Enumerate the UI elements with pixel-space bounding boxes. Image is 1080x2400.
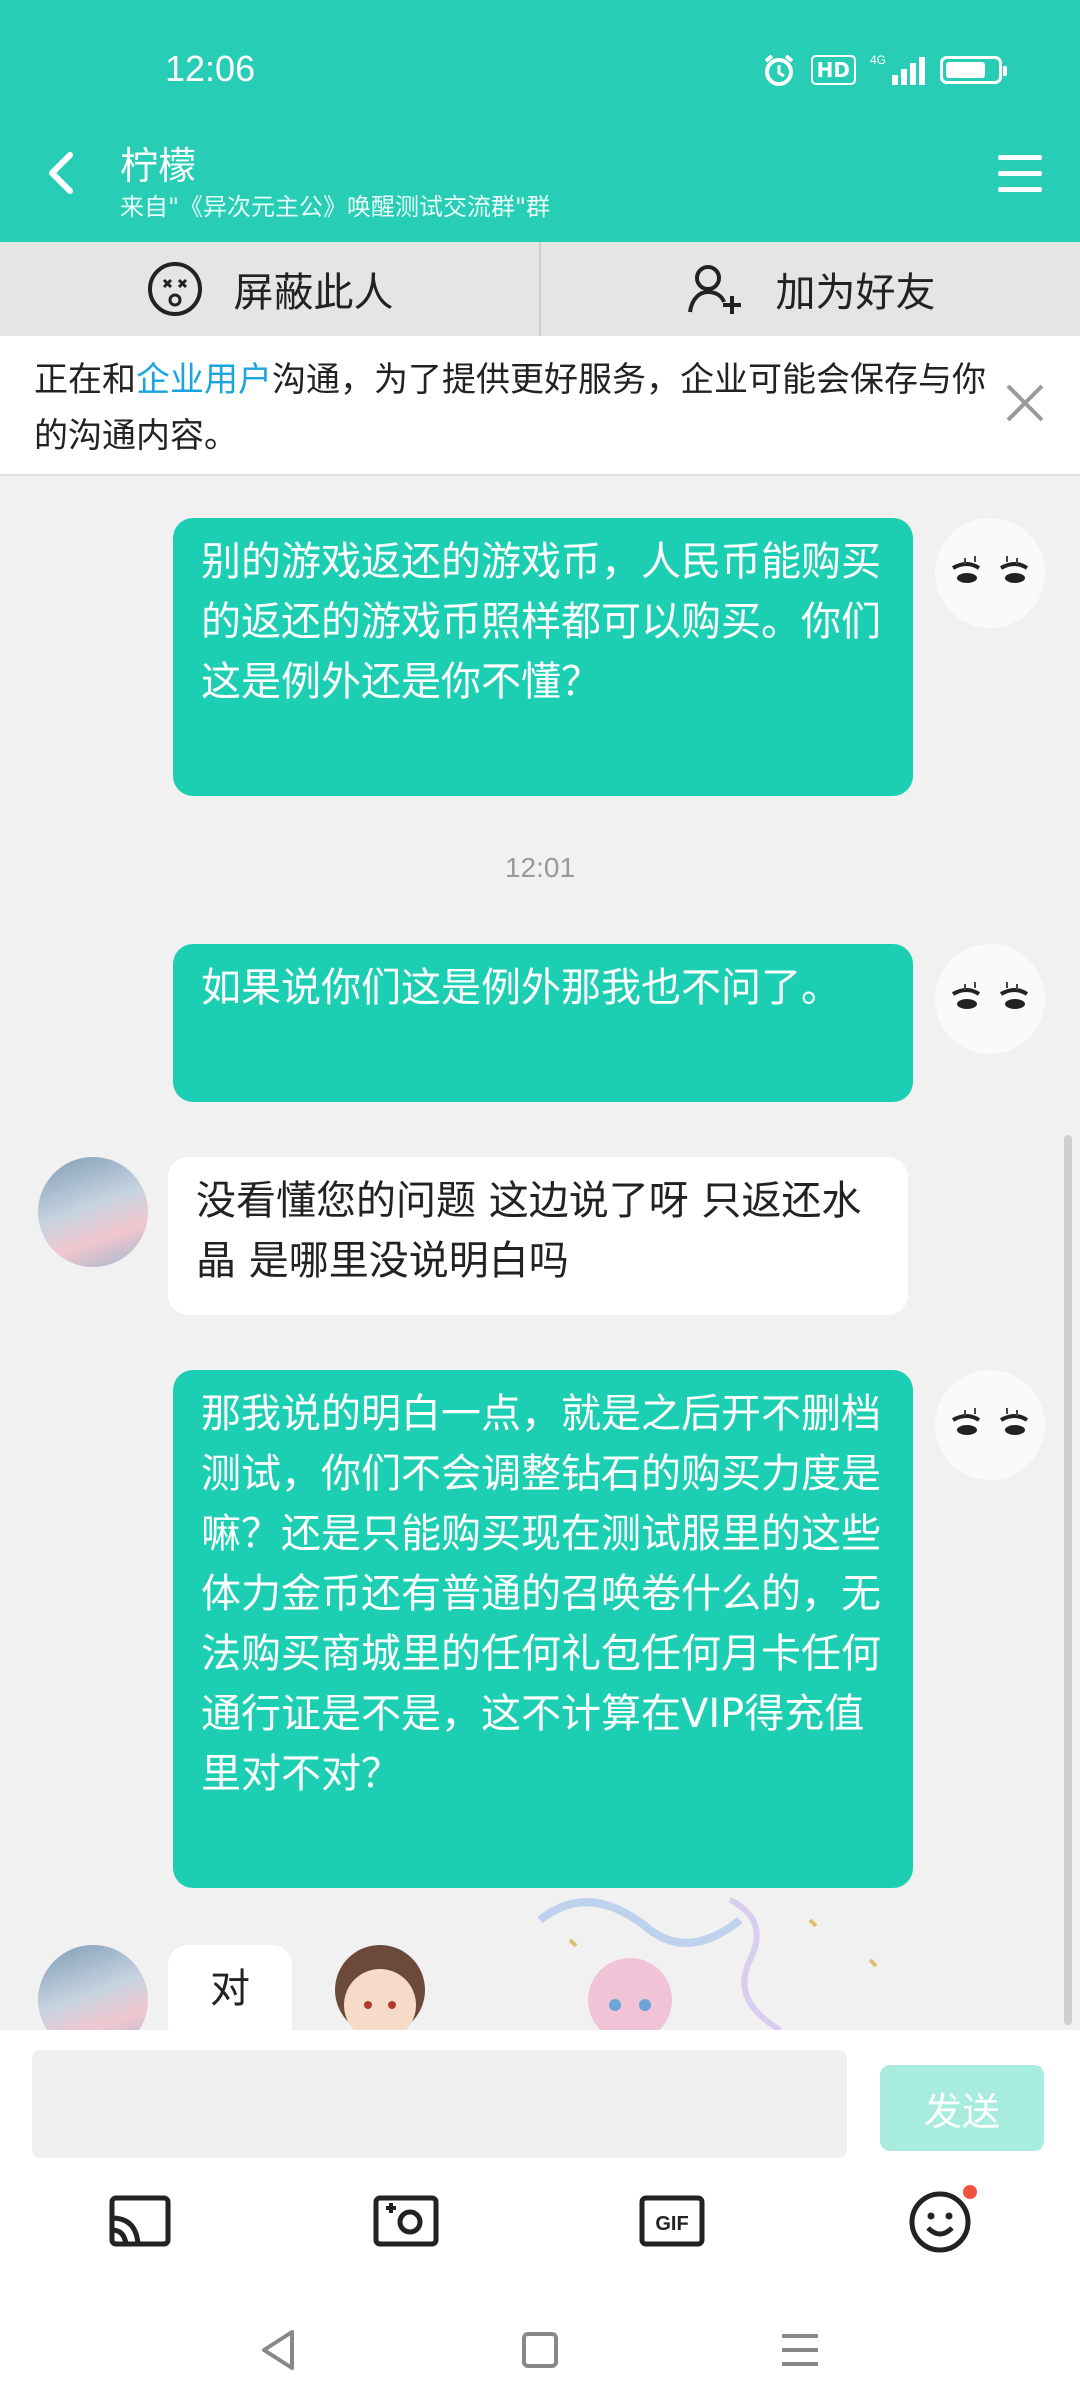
back-arrow-icon[interactable] bbox=[36, 145, 86, 201]
hd-badge: HD bbox=[810, 55, 856, 85]
sleepy-face-icon bbox=[952, 1408, 1029, 1435]
nav-back-icon[interactable] bbox=[250, 2320, 310, 2380]
message-bubble-outgoing[interactable]: 如果说你们这是例外那我也不问了。 bbox=[173, 944, 913, 1102]
camera-icon[interactable] bbox=[366, 2180, 446, 2260]
emoji-icon[interactable] bbox=[900, 2180, 980, 2260]
battery-icon bbox=[940, 56, 1007, 84]
signal-icon: 4G bbox=[870, 53, 925, 85]
close-icon[interactable] bbox=[1000, 378, 1050, 428]
sticker-image bbox=[335, 1897, 878, 2042]
block-user-button[interactable]: 屏蔽此人 bbox=[0, 242, 539, 336]
composer: 发送 GIF bbox=[0, 2030, 1080, 2400]
alarm-icon bbox=[764, 54, 793, 86]
sleepy-face-icon bbox=[952, 982, 1029, 1009]
cast-screen-icon[interactable] bbox=[100, 2180, 180, 2260]
chat-header: 柠檬 来自"《异次元主公》唤醒测试交流群"群 bbox=[0, 125, 1080, 242]
gif-icon[interactable]: GIF bbox=[632, 2180, 712, 2260]
scrollbar[interactable] bbox=[1064, 1135, 1072, 2025]
add-friend-button[interactable]: 加为好友 bbox=[541, 242, 1080, 336]
nav-recents-icon[interactable] bbox=[770, 2320, 830, 2380]
avatar[interactable] bbox=[935, 1370, 1045, 1480]
enterprise-user-link[interactable]: 企业用户 bbox=[136, 360, 272, 400]
message-bubble-outgoing[interactable]: 那我说的明白一点，就是之后开不删档测试，你们不会调整钻石的购买力度是嘛？还是只能… bbox=[173, 1370, 913, 1888]
add-friend-label: 加为好友 bbox=[775, 270, 936, 316]
block-user-label: 屏蔽此人 bbox=[233, 270, 394, 316]
avatar[interactable] bbox=[38, 1157, 148, 1267]
action-bar: 屏蔽此人 加为好友 bbox=[0, 242, 1080, 336]
add-person-icon bbox=[687, 265, 741, 314]
sleepy-face-icon bbox=[952, 556, 1029, 583]
message-bubble-outgoing[interactable]: 别的游戏返还的游戏币，人民币能购买的返还的游戏币照样都可以购买。你们这是例外还是… bbox=[173, 518, 913, 796]
svg-text:GIF: GIF bbox=[655, 2213, 688, 2235]
toolbar: GIF bbox=[0, 2180, 1080, 2290]
chat-title: 柠檬 bbox=[120, 144, 197, 188]
enterprise-notice: 正在和企业用户沟通，为了提供更好服务，企业可能会保存与你的沟通内容。 bbox=[0, 336, 1080, 476]
avatar[interactable] bbox=[935, 518, 1045, 628]
message-input[interactable] bbox=[32, 2050, 847, 2158]
menu-icon[interactable] bbox=[996, 151, 1044, 197]
network-label: 4G bbox=[870, 53, 886, 67]
nav-home-icon[interactable] bbox=[510, 2320, 570, 2380]
send-button[interactable]: 发送 bbox=[880, 2065, 1044, 2151]
message-bubble-incoming[interactable]: 没看懂您的问题 这边说了呀 只返还水晶 是哪里没说明白吗 bbox=[168, 1157, 908, 1315]
message-timestamp: 12:01 bbox=[504, 852, 576, 883]
status-time: 12:06 bbox=[165, 48, 256, 89]
chat-subtitle: 来自"《异次元主公》唤醒测试交流群"群 bbox=[120, 193, 551, 221]
status-bar: 12:06 HD 4G bbox=[0, 0, 1080, 125]
avatar[interactable] bbox=[935, 944, 1045, 1054]
notice-prefix: 正在和 bbox=[34, 360, 136, 400]
block-face-icon bbox=[147, 262, 202, 316]
system-nav-bar bbox=[0, 2300, 1080, 2400]
